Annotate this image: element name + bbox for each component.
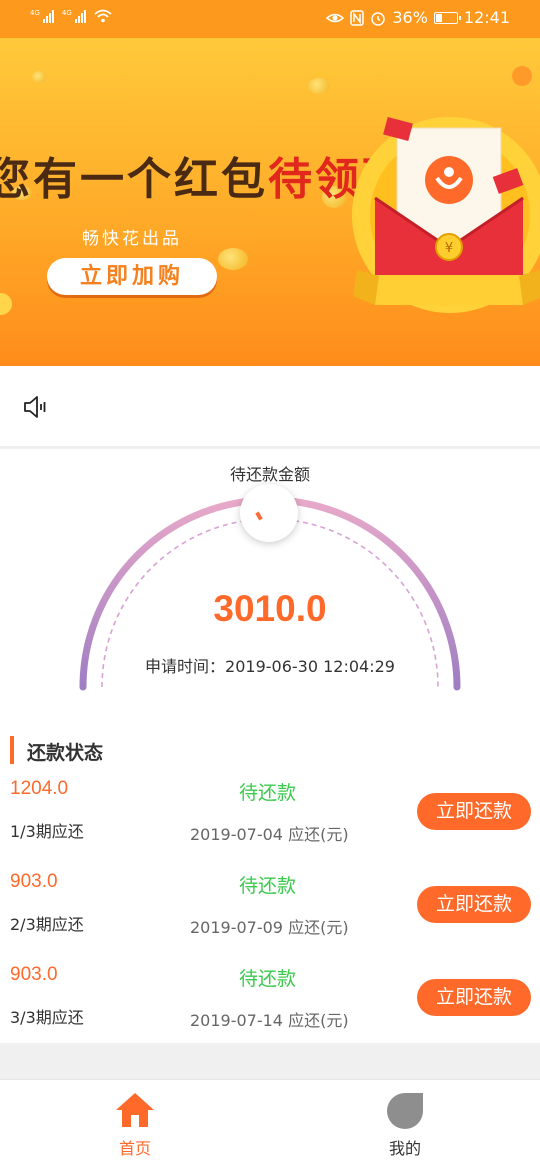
status-left: 4G 4G — [30, 9, 112, 23]
notice-bar[interactable] — [0, 366, 540, 446]
nav-item-home[interactable]: 首页 — [55, 1080, 215, 1171]
speaker-icon — [24, 396, 46, 418]
home-icon — [116, 1093, 154, 1127]
network-type-1: 4G — [30, 9, 40, 17]
svg-text:¥: ¥ — [445, 241, 453, 256]
installment-due-date: 2019-07-09 应还(元) — [190, 918, 349, 937]
installment-term: 1/3期应还 — [10, 822, 84, 841]
battery-percent: 36% — [392, 8, 428, 27]
section-title: 还款状态 — [27, 742, 104, 764]
decor-dot — [512, 66, 532, 86]
network-type-2: 4G — [61, 9, 72, 17]
installment-amount: 903.0 — [10, 871, 58, 892]
promo-banner[interactable]: 您有一个红包待领取 畅快花出品 立即加购 ¥ — [0, 38, 540, 366]
cellular-signal-2-icon: 4G — [62, 9, 86, 23]
cellular-signal-icon: 4G — [30, 9, 54, 23]
repay-now-button[interactable]: 立即还款 — [417, 793, 531, 830]
decor-dot — [0, 293, 12, 315]
apply-time-value: 2019-06-30 12:04:29 — [225, 657, 395, 676]
banner-title-prefix: 您有一个红包 — [0, 154, 268, 205]
repayment-item: 1204.0 待还款 1/3期应还 2019-07-04 应还(元) 立即还款 — [0, 778, 540, 871]
installment-due-date: 2019-07-04 应还(元) — [190, 825, 349, 844]
profile-icon — [387, 1093, 423, 1129]
installment-due-date: 2019-07-14 应还(元) — [190, 1011, 349, 1030]
gauge-knob — [240, 484, 298, 542]
alarm-icon — [371, 11, 386, 26]
installment-term: 3/3期应还 — [10, 1008, 84, 1027]
installment-status: 待还款 — [239, 875, 297, 897]
spacer — [0, 1043, 540, 1079]
apply-time-label: 申请时间： — [145, 657, 226, 676]
eye-comfort-icon — [326, 13, 345, 22]
red-envelope-icon: ¥ — [352, 116, 540, 313]
coin-icon — [32, 71, 46, 83]
section-accent-bar — [10, 736, 14, 764]
repay-now-button[interactable]: 立即还款 — [417, 886, 531, 923]
installment-status: 待还款 — [239, 782, 297, 804]
nav-item-mine[interactable]: 我的 — [325, 1080, 485, 1171]
status-bar: 4G 4G 36% 12:41 — [0, 0, 540, 38]
repayment-item: 903.0 待还款 2/3期应还 2019-07-09 应还(元) 立即还款 — [0, 871, 540, 964]
nfc-icon — [350, 9, 365, 26]
banner-subtitle: 畅快花出品 — [82, 229, 182, 249]
buy-now-button[interactable]: 立即加购 — [47, 258, 217, 295]
divider — [0, 446, 540, 449]
status-right: 36% 12:41 — [326, 8, 510, 27]
installment-term: 2/3期应还 — [10, 915, 84, 934]
battery-icon — [433, 11, 461, 24]
nav-label-home: 首页 — [118, 1139, 151, 1158]
clock: 12:41 — [463, 8, 510, 27]
installment-amount: 1204.0 — [10, 778, 69, 799]
installment-amount: 903.0 — [10, 964, 58, 985]
nav-label-mine: 我的 — [388, 1139, 421, 1158]
apply-time-row: 申请时间：2019-06-30 12:04:29 — [0, 653, 540, 677]
pending-amount: 3010.0 — [213, 588, 327, 629]
repay-now-button[interactable]: 立即还款 — [417, 979, 531, 1016]
installment-status: 待还款 — [239, 968, 297, 990]
wifi-icon — [94, 9, 112, 23]
coin-icon — [218, 248, 248, 270]
bottom-nav: 首页 我的 — [0, 1079, 540, 1171]
coin-icon — [308, 78, 330, 94]
